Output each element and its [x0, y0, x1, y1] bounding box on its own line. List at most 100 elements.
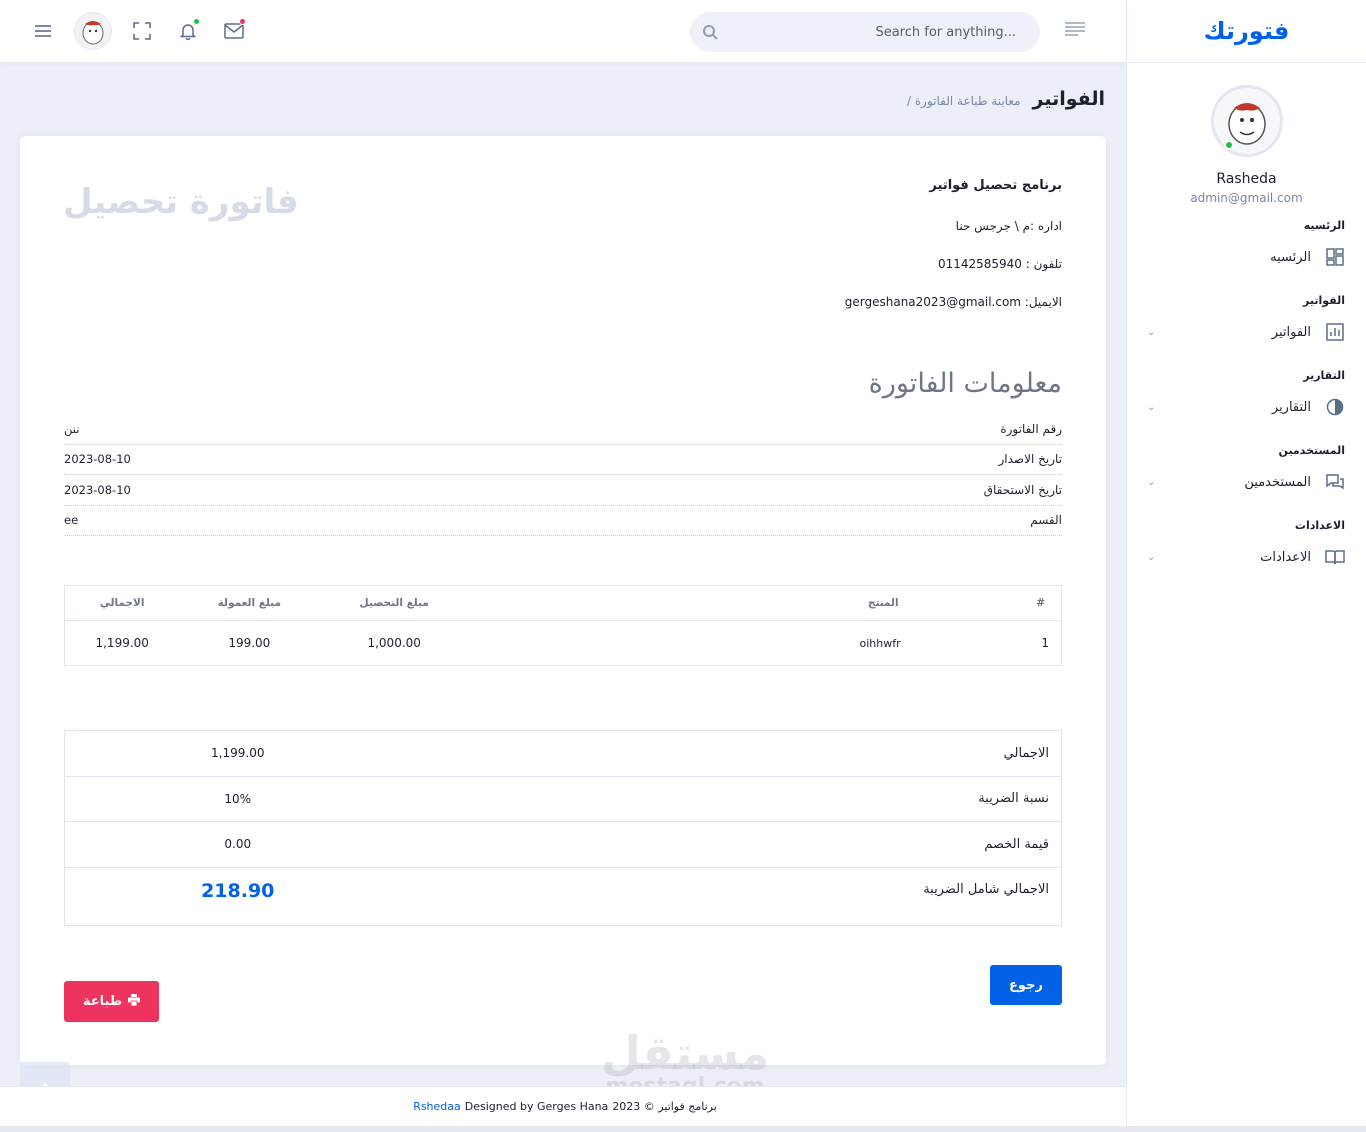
- grand-total-value: 218.90: [64, 866, 411, 925]
- totals-row-discount: 0.00 قيمة الخصم: [64, 821, 1062, 867]
- page-header: الفواتير / معاينة طباعة الفاتورة: [907, 88, 1105, 110]
- sidebar-item-users[interactable]: المستخدمين ⌄: [1147, 457, 1345, 507]
- invoice-info-list: ننن رقم الفاتورة 2023-08-10 تاريخ الاصدا…: [64, 414, 1062, 536]
- chat-icon: [1325, 472, 1345, 492]
- chevron-down-icon[interactable]: ⌄: [1147, 477, 1155, 488]
- dashboard-icon: [1325, 247, 1345, 267]
- info-label: رقم الفاتورة: [1000, 421, 1062, 436]
- sidebar-item-label: التقارير: [1271, 399, 1311, 415]
- search-bar: [690, 12, 1040, 52]
- col-total-header: الاجمالي: [64, 585, 180, 621]
- chevron-down-icon[interactable]: ⌄: [1147, 327, 1155, 338]
- total-label: الاجمالي: [410, 730, 1062, 776]
- avatar[interactable]: [1210, 85, 1283, 157]
- sidebar-menu: الرئسيه الرئسيه الفواتير الفواتير ⌄ التق…: [1127, 219, 1366, 582]
- top-header: [0, 0, 1126, 63]
- invoice-totals-table: 1,199.00 الاجمالي 10% نسبة الضريبة 0.00 …: [64, 730, 1062, 926]
- back-button[interactable]: رجوع: [990, 965, 1062, 1005]
- user-avatar-icon: [82, 21, 104, 45]
- sidebar-item-label: المستخدمين: [1244, 474, 1311, 490]
- footer-designed-by: Designed by Gerges Hana: [464, 1100, 609, 1113]
- info-value: 2023-08-10: [64, 452, 131, 467]
- col-product-header: المنتج: [469, 585, 919, 621]
- sidebar: فتورتك Rasheda admin@gmail.com الرئسيه ا…: [1126, 0, 1366, 1126]
- cell-commission: 199.00: [228, 636, 271, 650]
- tax-rate-value: 10%: [64, 775, 411, 822]
- totals-row-grand: 218.90 الاجمالي شامل الضريبة: [64, 866, 1062, 925]
- table-header-row: الاجمالي مبلغ العمولة مبلغ التحصيل المنت…: [64, 585, 1062, 621]
- chevron-down-icon[interactable]: ⌄: [1147, 402, 1155, 413]
- printer-icon: [128, 993, 141, 1010]
- totals-row-total: 1,199.00 الاجمالي: [64, 730, 1062, 776]
- search-icon[interactable]: [690, 24, 730, 40]
- mail-icon[interactable]: [222, 18, 246, 43]
- company-phone: تلفون : 01142585940: [937, 257, 1062, 271]
- bell-icon[interactable]: [176, 18, 200, 43]
- sidebar-item-label: الفواتير: [1271, 324, 1311, 340]
- info-value: 2023-08-10: [64, 482, 131, 497]
- brand-text[interactable]: فتورتك: [1204, 17, 1290, 45]
- menu-category-invoices: الفواتير: [1303, 294, 1345, 307]
- book-icon: [1325, 547, 1345, 567]
- footer-copyright: برنامج فواتير © 2023: [612, 1100, 717, 1113]
- sidebar-item-label: الاعدادات: [1260, 549, 1311, 565]
- sidebar-item-settings[interactable]: الاعدادات ⌄: [1147, 532, 1345, 582]
- menu-icon[interactable]: [31, 19, 55, 43]
- info-label: تاريخ الاستحقاق: [983, 482, 1062, 497]
- search-input[interactable]: [730, 24, 1040, 40]
- menu-category-home: الرئسيه: [1303, 219, 1345, 232]
- info-row-invoice-number: ننن رقم الفاتورة: [64, 414, 1062, 445]
- footer: Rshedaa Designed by Gerges Hana برنامج ف…: [0, 1086, 1126, 1126]
- sidebar-item-home[interactable]: الرئسيه: [1147, 232, 1345, 282]
- header-avatar[interactable]: [74, 12, 112, 50]
- info-value: ee: [64, 513, 79, 528]
- info-label: القسم: [1030, 513, 1062, 528]
- invoice-card: فاتورة تحصيل برنامج تحصيل فواتير اداره :…: [20, 136, 1106, 1065]
- right-menu-icon[interactable]: [1064, 21, 1088, 41]
- user-profile: Rasheda admin@gmail.com: [1127, 63, 1366, 205]
- invoice-info-title: معلومات الفاتورة: [868, 368, 1062, 399]
- company-email: الايميل: gergeshana2023@gmail.com: [844, 295, 1062, 309]
- company-name: برنامج تحصيل فواتير: [929, 178, 1062, 193]
- cell-total: 1,199.00: [95, 636, 149, 650]
- tax-rate-label: نسبة الضريبة: [410, 775, 1062, 822]
- discount-label: قيمة الخصم: [410, 821, 1062, 867]
- pie-chart-icon: [1325, 397, 1345, 417]
- info-row-due-date: 2023-08-10 تاريخ الاستحقاق: [64, 475, 1062, 506]
- sidebar-item-reports[interactable]: التقارير ⌄: [1147, 382, 1345, 432]
- sidebar-item-label: الرئسيه: [1270, 249, 1311, 265]
- info-label: تاريخ الاصدار: [998, 452, 1063, 467]
- online-status-dot: [1223, 140, 1234, 150]
- page-title: الفواتير: [1032, 88, 1105, 110]
- notification-dot: [193, 18, 200, 25]
- col-number-header: #: [918, 585, 1062, 621]
- mail-dot: [239, 18, 246, 25]
- footer-credit-link[interactable]: Rshedaa: [413, 1100, 461, 1113]
- profile-name: Rasheda: [1216, 171, 1277, 187]
- totals-row-tax-rate: 10% نسبة الضريبة: [64, 775, 1062, 822]
- profile-email: admin@gmail.com: [1190, 191, 1303, 205]
- menu-category-settings: الاعدادات: [1294, 519, 1345, 532]
- menu-category-reports: التقارير: [1303, 369, 1345, 382]
- watermark-arabic: مستقل: [600, 1026, 770, 1080]
- total-value: 1,199.00: [64, 730, 411, 776]
- cell-product: oihhwfr: [859, 636, 901, 650]
- chevron-down-icon[interactable]: ⌄: [1147, 552, 1155, 563]
- invoice-heading: فاتورة تحصيل: [63, 182, 299, 222]
- print-button[interactable]: طباعة: [64, 981, 159, 1022]
- menu-category-users: المستخدمين: [1278, 444, 1345, 457]
- sidebar-item-invoices[interactable]: الفواتير ⌄: [1147, 307, 1345, 357]
- grand-total-label: الاجمالي شامل الضريبة: [410, 866, 1062, 925]
- company-info: برنامج تحصيل فواتير اداره :م \ جرجس حنا …: [662, 178, 1062, 333]
- breadcrumb[interactable]: / معاينة طباعة الفاتورة: [907, 94, 1021, 108]
- cell-number: 1: [1041, 636, 1049, 650]
- footer-bottom-bar: [0, 1126, 1366, 1132]
- col-collection-header: مبلغ التحصيل: [319, 585, 470, 621]
- fullscreen-icon[interactable]: [130, 19, 154, 43]
- brand-logo[interactable]: فتورتك: [1127, 0, 1366, 63]
- info-row-section: ee القسم: [64, 506, 1062, 536]
- cell-collection: 1,000.00: [367, 636, 421, 650]
- info-value: ننن: [64, 421, 80, 436]
- print-label: طباعة: [82, 994, 123, 1009]
- bar-chart-icon: [1325, 322, 1345, 342]
